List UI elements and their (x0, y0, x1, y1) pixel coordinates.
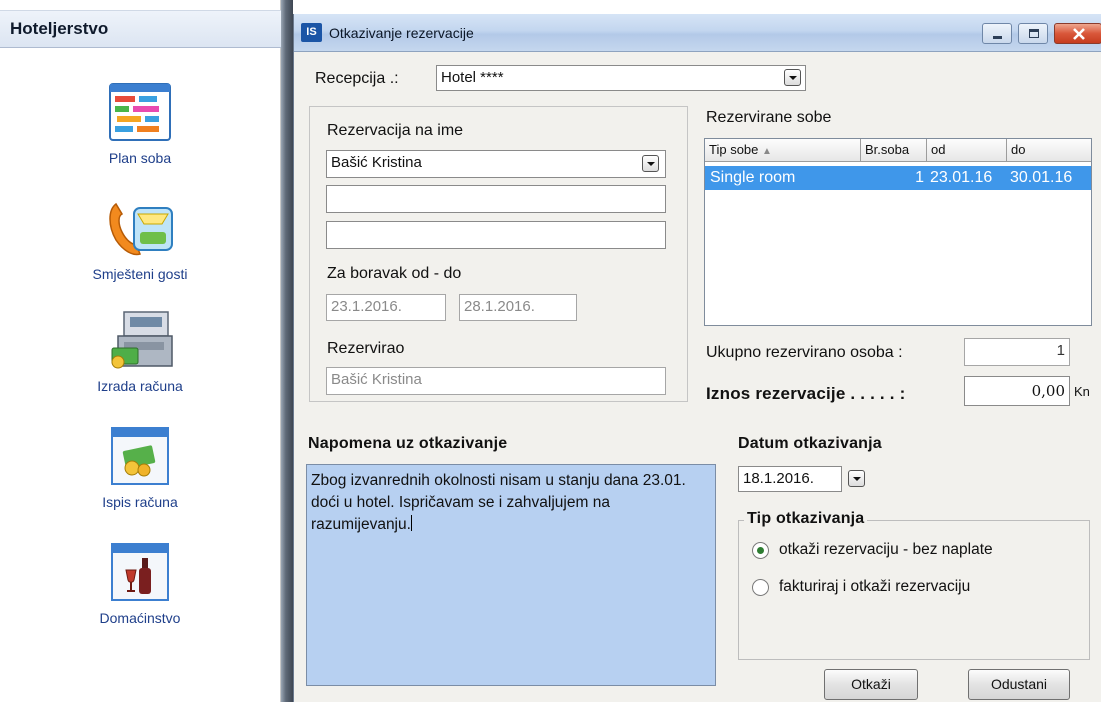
column-header-to[interactable]: do (1007, 139, 1091, 162)
navigation-sidebar: Hoteljerstvo Plan soba Smješteni gosti I… (0, 0, 281, 702)
cancel-date-value[interactable]: 18.1.2016. (738, 466, 842, 492)
note-text: Zbog izvanrednih okolnosti nisam u stanj… (311, 472, 686, 533)
nav-item-izrada-racuna[interactable]: Izrada računa (60, 308, 220, 394)
chevron-down-icon[interactable] (784, 69, 801, 86)
dismiss-button[interactable]: Odustani (968, 669, 1070, 700)
nav-label: Ispis računa (102, 494, 178, 510)
chevron-down-icon[interactable] (848, 470, 865, 487)
maximize-icon (1029, 29, 1039, 38)
nav-item-domacinstvo[interactable]: Domaćinstvo (60, 540, 220, 626)
total-persons-label: Ukupno rezervirano osoba : (706, 344, 903, 361)
nav-label: Domaćinstvo (99, 610, 181, 626)
nav-label: Plan soba (108, 150, 172, 166)
radio-no-charge[interactable]: otkaži rezervaciju - bez naplate (752, 540, 1072, 564)
stay-to-field: 28.1.2016. (459, 294, 577, 321)
nav-item-smjesteni-gosti[interactable]: Smješteni gosti (60, 196, 220, 282)
sort-ascending-icon: ▲ (762, 146, 772, 157)
dialog-title: Otkazivanje rezervacije (329, 25, 474, 41)
table-row[interactable]: Single room 1 23.01.16 30.01.16 (705, 166, 1091, 190)
reservation-name-select[interactable]: Bašić Kristina (326, 150, 666, 178)
stay-from-field: 23.1.2016. (326, 294, 446, 321)
cancel-date-label: Datum otkazivanja (738, 435, 882, 452)
radio-button-checked[interactable] (752, 542, 769, 559)
total-persons-field: 1 (964, 338, 1070, 366)
nav-label: Smješteni gosti (92, 266, 188, 282)
cell-room-type: Single room (710, 169, 796, 186)
rooms-label: Rezervirane sobe (706, 109, 832, 126)
invoice-money-icon (102, 424, 178, 488)
column-header-from[interactable]: od (927, 139, 1007, 162)
wine-icon (102, 540, 178, 604)
cancel-type-label: Tip otkazivanja (744, 510, 868, 528)
minimize-icon (993, 36, 1002, 39)
dialog-titlebar[interactable]: IS Otkazivanje rezervacije (294, 14, 1101, 52)
app-badge-icon: IS (301, 23, 322, 42)
note-label: Napomena uz otkazivanje (308, 435, 508, 452)
reservation-name-value: Bašić Kristina (331, 154, 422, 171)
cell-to: 30.01.16 (1010, 169, 1073, 186)
room-plan-icon (102, 80, 178, 144)
amount-field: 0,00 (964, 376, 1070, 406)
cancellation-note-textarea[interactable]: Zbog izvanrednih okolnosti nisam u stanj… (306, 464, 716, 686)
amount-label: Iznos rezervacije . . . . . : (706, 384, 906, 403)
telephone-icon (102, 196, 178, 260)
cancel-reservation-dialog: IS Otkazivanje rezervacije Recepcija .: … (293, 14, 1101, 702)
chevron-down-icon[interactable] (642, 155, 659, 172)
sidebar-header: Hoteljerstvo (0, 10, 281, 48)
cancel-date-picker[interactable]: 18.1.2016. (738, 466, 872, 492)
reserved-by-field: Bašić Kristina (326, 367, 666, 395)
reservation-extra-field-1[interactable] (326, 185, 666, 213)
cash-register-icon (102, 308, 178, 372)
reserved-by-label: Rezervirao (327, 340, 405, 357)
nav-label: Izrada računa (97, 378, 183, 394)
reception-label: Recepcija .: (315, 70, 399, 87)
column-header-label: Tip sobe (709, 142, 759, 157)
stay-label: Za boravak od - do (327, 265, 462, 282)
maximize-button[interactable] (1018, 23, 1048, 44)
minimize-button[interactable] (982, 23, 1012, 44)
text-caret (410, 515, 412, 531)
sidebar-title: Hoteljerstvo (10, 19, 109, 38)
cancel-reservation-button[interactable]: Otkaži (824, 669, 918, 700)
close-button[interactable] (1054, 23, 1101, 44)
reserved-rooms-grid[interactable]: Tip sobe ▲ Br.soba od do Single room 1 2… (704, 138, 1092, 326)
radio-invoice-label: fakturiraj i otkaži rezervaciju (779, 578, 971, 595)
nav-item-plan-soba[interactable]: Plan soba (60, 80, 220, 166)
radio-button-unchecked[interactable] (752, 579, 769, 596)
window-divider (281, 0, 293, 702)
reception-value: Hotel **** (441, 69, 504, 86)
reservation-name-label: Rezervacija na ime (327, 122, 464, 139)
column-header-room-type[interactable]: Tip sobe ▲ (705, 139, 861, 162)
cell-room-count: 1 (915, 169, 924, 186)
reservation-extra-field-2[interactable] (326, 221, 666, 249)
column-header-room-count[interactable]: Br.soba (861, 139, 927, 162)
radio-invoice-and-cancel[interactable]: fakturiraj i otkaži rezervaciju (752, 577, 1072, 601)
reception-select[interactable]: Hotel **** (436, 65, 806, 91)
radio-no-charge-label: otkaži rezervaciju - bez naplate (779, 541, 993, 558)
nav-item-ispis-racuna[interactable]: Ispis računa (60, 424, 220, 510)
cell-from: 23.01.16 (930, 169, 993, 186)
close-icon (1073, 28, 1085, 40)
currency-label: Kn (1074, 384, 1090, 399)
